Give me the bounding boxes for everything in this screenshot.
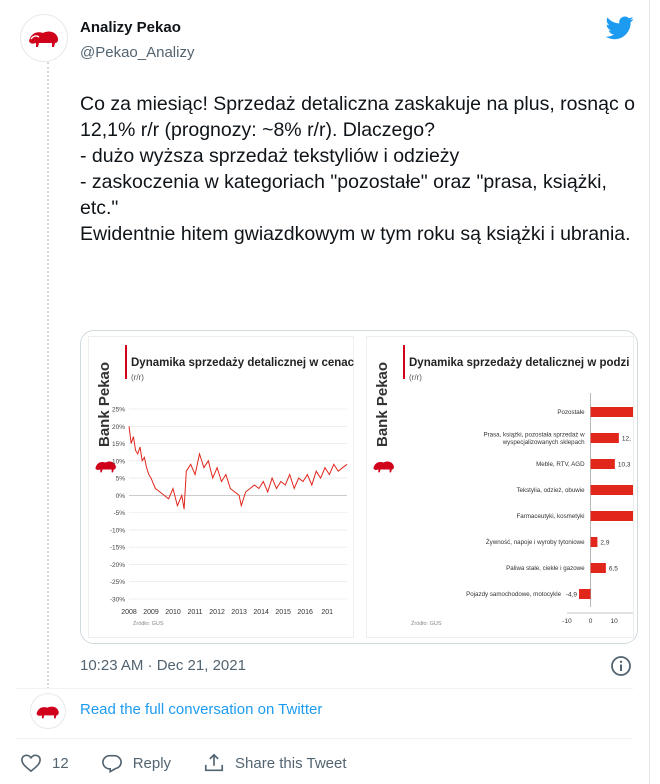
data-label: -4,9	[566, 592, 578, 599]
x-tick-label: -10	[562, 618, 572, 625]
title-accent	[403, 345, 405, 379]
x-tick-label: 2008	[121, 609, 137, 616]
chart-unit: (r/r)	[409, 373, 422, 382]
action-bar: 12 Reply Share this Tweet	[20, 752, 379, 774]
category-label: wyspecjalizowanych sklepach	[502, 439, 585, 446]
category-label: Paliwa stałe, ciekłe i gazowe	[506, 565, 585, 572]
chart-source: Źródło: GUS	[411, 621, 442, 627]
tweet-media[interactable]: Bank Pekao Dynamika sprzedaży detaliczne…	[80, 330, 638, 644]
x-tick-label: 2010	[165, 609, 181, 616]
chart-panel-left: Bank Pekao Dynamika sprzedaży detaliczne…	[81, 331, 359, 643]
share-label: Share this Tweet	[235, 754, 347, 772]
y-tick-label: -5%	[113, 510, 125, 517]
y-tick-label: -15%	[110, 545, 125, 552]
tweet-text: Co za miesiąc! Sprzedaż detaliczna zaska…	[80, 93, 635, 245]
data-label: 2,9	[600, 540, 609, 547]
bison-logo-icon	[29, 31, 59, 47]
x-tick-label: 2012	[209, 609, 225, 616]
y-tick-label: -10%	[110, 527, 125, 534]
like-button[interactable]: 12	[20, 753, 69, 773]
title-accent	[125, 345, 127, 379]
category-label: Pojazdy samochodowe, motocykle	[466, 591, 561, 598]
chart-frame-left: Bank Pekao Dynamika sprzedaży detaliczne…	[89, 337, 355, 637]
share-icon	[204, 753, 224, 772]
bar	[590, 511, 633, 521]
bar-chart: Pozostałe Prasa, książki, pozostała sprze…	[466, 393, 633, 625]
bar	[590, 407, 633, 417]
x-tick-label: 2014	[253, 609, 269, 616]
tweet-timestamp[interactable]: 10:23 AM · Dec 21, 2021	[80, 657, 246, 674]
author-handle[interactable]: @Pekao_Analizy	[80, 44, 194, 61]
tweet-card: Analizy Pekao @Pekao_Analizy Co za miesi…	[0, 0, 650, 784]
category-label: Pozostałe	[557, 409, 585, 416]
heart-icon	[21, 754, 41, 773]
chart-source: Źródło: GUS	[133, 621, 164, 627]
divider	[16, 688, 633, 689]
thread-line	[47, 62, 49, 689]
share-button[interactable]: Share this Tweet	[203, 752, 347, 774]
y-tick-label: 15%	[112, 441, 125, 448]
y-tick-label: -20%	[110, 562, 125, 569]
author-name[interactable]: Analizy Pekao	[80, 19, 181, 36]
avatar[interactable]	[20, 14, 68, 62]
y-tick-label: 20%	[112, 424, 125, 431]
category-label: Prasa, książki, pozostała sprzedaż w	[483, 432, 585, 439]
x-tick-label: 10	[611, 618, 619, 625]
line-chart: 25% 20% 15% 10% 5% 0% -5% -10% -15% -20% -25% -30% 2…	[110, 407, 348, 616]
chart-title: Dynamika sprzedaży detalicznej w podzi	[409, 357, 630, 369]
info-icon[interactable]	[610, 655, 632, 682]
category-label: Farmaceutyki, kosmetyki	[516, 513, 584, 520]
x-tick-label: 2009	[143, 609, 159, 616]
y-tick-label: 10%	[112, 458, 125, 465]
x-tick-label: 2016	[297, 609, 313, 616]
reply-label: Reply	[132, 754, 172, 772]
x-tick-label: 2013	[231, 609, 247, 616]
twitter-bird-icon[interactable]	[605, 16, 634, 45]
y-tick-label: 5%	[116, 476, 126, 483]
y-tick-label: -30%	[110, 597, 125, 604]
bison-logo-icon	[36, 706, 59, 718]
series-line	[128, 426, 348, 510]
x-tick-label: 2015	[275, 609, 291, 616]
reply-icon	[101, 754, 122, 773]
chart-unit: (r/r)	[131, 373, 144, 382]
reply-button[interactable]: Reply	[101, 753, 171, 773]
bar	[579, 589, 591, 599]
bar	[590, 563, 606, 573]
chart-frame-right: Bank Pekao Dynamika sprzedaży detaliczne…	[367, 337, 633, 637]
bar	[590, 459, 615, 469]
avatar[interactable]	[30, 693, 66, 729]
data-label: 6,5	[609, 566, 618, 573]
data-label: 10,3	[618, 462, 631, 469]
y-tick-label: 0%	[116, 493, 126, 500]
category-label: Meble, RTV, AGD	[536, 461, 585, 468]
divider	[16, 738, 633, 739]
category-label: Tekstylia, odzież, obuwie	[516, 487, 585, 494]
x-tick-label: 2011	[188, 609, 203, 616]
chart-title: Dynamika sprzedaży detalicznej w cenac	[131, 357, 355, 369]
category-label: Żywność, napoje i wyroby tytoniowe	[486, 539, 585, 546]
data-label: 12,	[622, 436, 631, 443]
bar	[590, 433, 619, 443]
chart-panel-right: Bank Pekao Dynamika sprzedaży detaliczne…	[359, 331, 637, 643]
y-tick-label: -25%	[110, 579, 125, 586]
like-count: 12	[52, 754, 69, 772]
x-tick-label: 0	[589, 618, 593, 625]
bar	[590, 537, 598, 547]
y-tick-label: 25%	[112, 407, 125, 414]
bar	[590, 485, 633, 495]
read-conversation-link[interactable]: Read the full conversation on Twitter	[80, 701, 322, 718]
x-tick-label: 201	[321, 609, 333, 616]
